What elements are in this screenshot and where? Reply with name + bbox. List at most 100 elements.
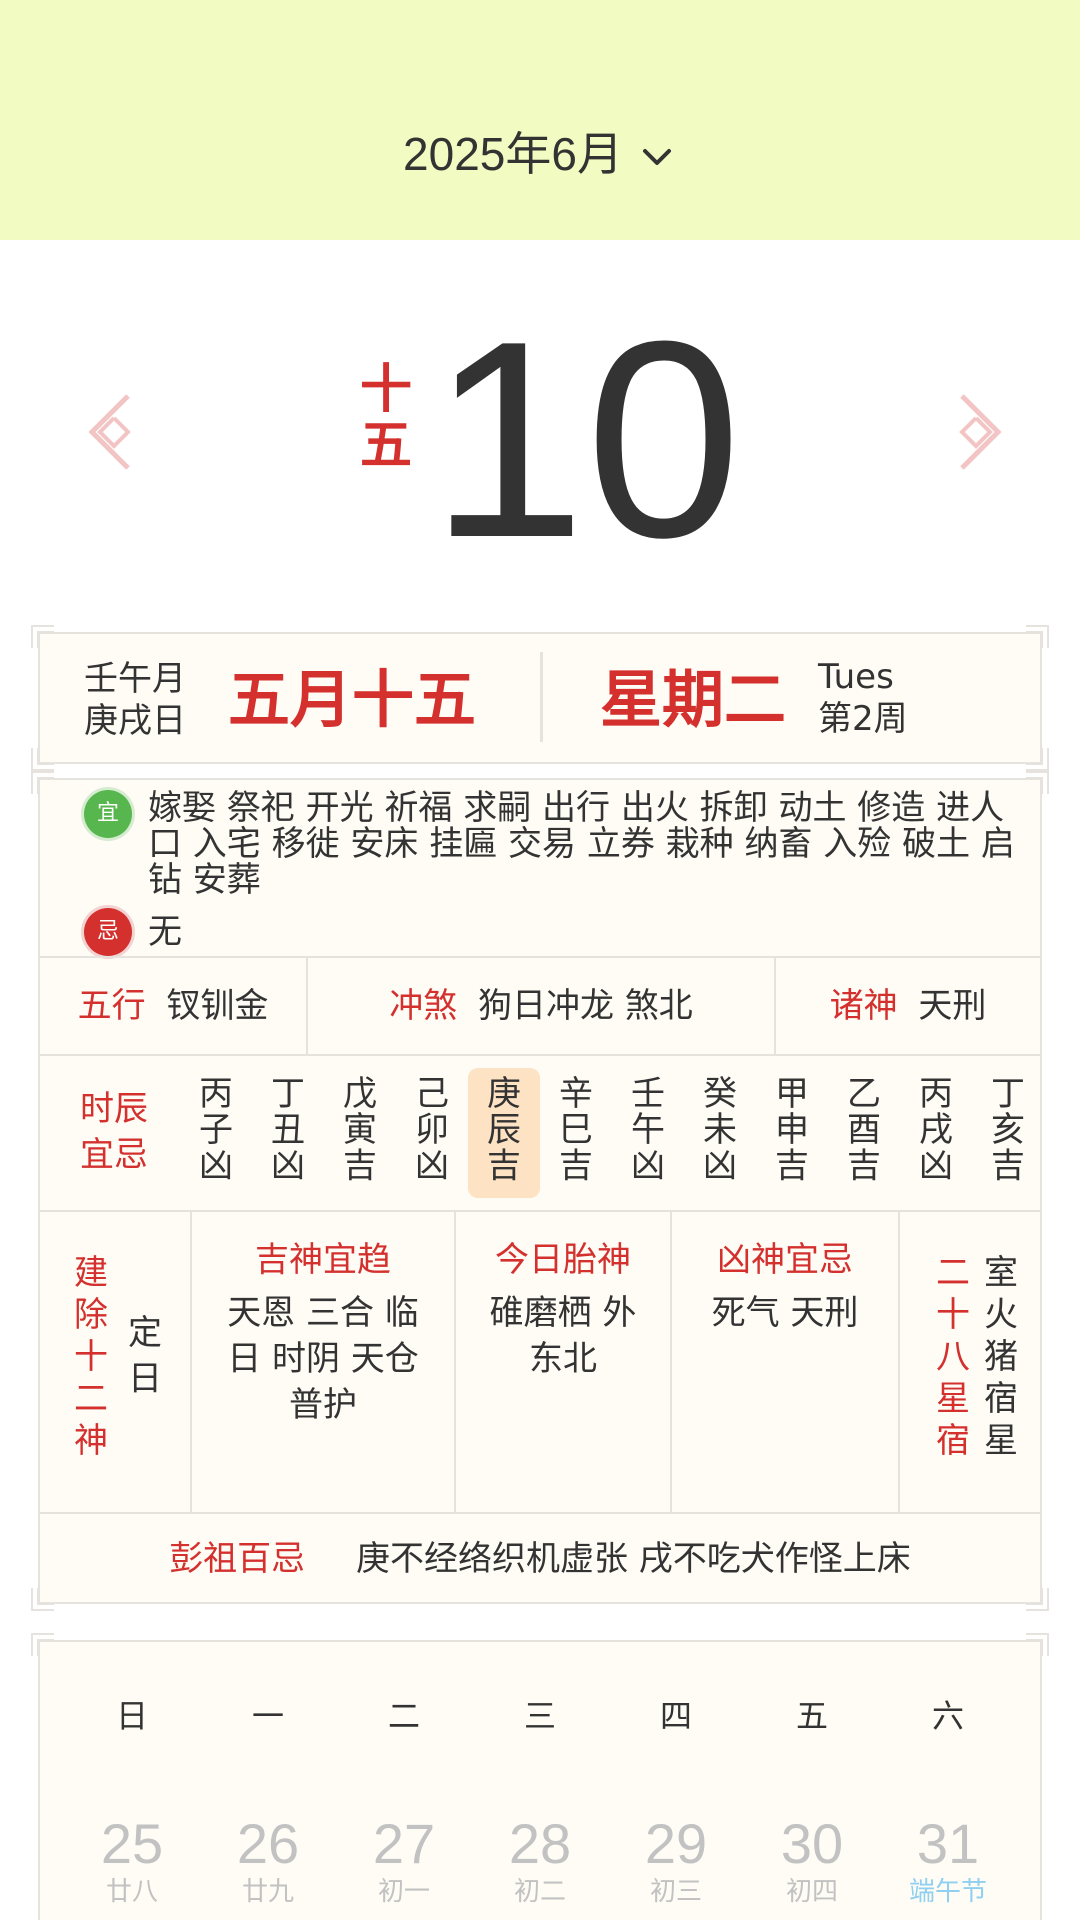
shichen-hour-branch: 卯 — [415, 1110, 449, 1150]
taishen-body: 碓磨栖 外 东北 — [456, 1290, 670, 1382]
shichen-hour[interactable]: 甲申吉 — [756, 1068, 828, 1198]
xiu-label-char: 星 — [936, 1379, 970, 1419]
calendar-day-cell[interactable]: 31 端午节 — [880, 1812, 1016, 1908]
weekday-header: 四 — [659, 1697, 692, 1735]
wuxing-label: 五行 — [77, 986, 146, 1026]
shichen-hour[interactable]: 丙子凶 — [180, 1068, 252, 1198]
shichen-hour-branch: 巳 — [559, 1110, 593, 1150]
xiongshen-title: 凶神宜忌 — [717, 1240, 853, 1280]
jianchu-label-char: 十 — [74, 1337, 108, 1377]
shichen-hour-branch: 丑 — [271, 1110, 305, 1150]
calendar-day-lunar: 端午节 — [908, 1877, 987, 1907]
xiongshen-line: 死气 天刑 — [711, 1293, 859, 1333]
big-day-number: 10 — [430, 284, 742, 596]
calendar-day-lunar: 廿八 — [105, 1877, 158, 1907]
shichen-hour-stem: 己 — [415, 1074, 449, 1114]
shichen-hour-stem: 乙 — [847, 1074, 881, 1114]
jianchu-label-char: 二 — [74, 1379, 108, 1419]
shichen-hour-stem: 甲 — [775, 1074, 809, 1114]
shichen-hour-stem: 丙 — [919, 1074, 953, 1114]
taishen-line: 东北 — [529, 1339, 597, 1379]
shichen-hour-branch: 寅 — [343, 1110, 377, 1150]
week-number: 第2周 — [818, 699, 908, 739]
shichen-hour-branch: 辰 — [487, 1110, 521, 1150]
shichen-hour-luck: 凶 — [631, 1146, 665, 1186]
calendar-day-number: 25 — [100, 1812, 164, 1875]
shichen-hour-luck: 吉 — [559, 1146, 593, 1186]
shichen-hour-luck: 吉 — [991, 1146, 1025, 1186]
xiu-value: 室 火 猪 宿 星 — [978, 1252, 1024, 1462]
calendar-day-cell[interactable]: 27 初一 — [336, 1812, 472, 1908]
calendar-day-number: 27 — [372, 1812, 436, 1875]
xiu-value-char: 宿 — [984, 1379, 1018, 1419]
zhushen-label: 诸神 — [829, 986, 898, 1026]
shichen-hour-luck: 凶 — [415, 1146, 449, 1186]
shichen-hour-stem: 癸 — [703, 1074, 737, 1114]
shichen-hour[interactable]: 丙戌凶 — [900, 1068, 972, 1198]
prev-day-arrow-icon[interactable] — [80, 390, 150, 480]
xiu-label-char: 二 — [936, 1253, 970, 1293]
weekday: 星期二 — [600, 663, 787, 736]
calendar-day-lunar: 廿九 — [241, 1877, 294, 1907]
month-selector[interactable]: 2025年6月 — [0, 118, 1080, 184]
calendar-day-cell[interactable]: 30 初四 — [744, 1812, 880, 1908]
almanac-panel: 宜 嫁娶 祭祀 开光 祈福 求嗣 出行 出火 拆卸 动土 修造 进人口 入宅 移… — [31, 771, 1049, 1611]
corner-ornament-icon — [30, 746, 56, 772]
shichen-hour[interactable]: 癸未凶 — [684, 1068, 756, 1198]
calendar-day-number: 30 — [780, 1812, 844, 1875]
shichen-hour[interactable]: 丁丑凶 — [252, 1068, 324, 1198]
jishen-title: 吉神宜趋 — [255, 1240, 391, 1280]
xiu-label-char: 十 — [936, 1295, 970, 1335]
ganzhi-text: 壬午月 庚戌日 — [84, 658, 186, 742]
shichen-hour[interactable]: 己卯凶 — [396, 1068, 468, 1198]
shichen-hour[interactable]: 戊寅吉 — [324, 1068, 396, 1198]
taishen-title: 今日胎神 — [495, 1240, 631, 1280]
weekday-header-row: 日一二三四五六 — [40, 1686, 1040, 1746]
calendar-day-number: 29 — [644, 1812, 708, 1875]
month-ganzhi: 壬午月 — [84, 659, 186, 699]
shichen-hour-luck: 吉 — [847, 1146, 881, 1186]
shichen-hour-luck: 凶 — [199, 1146, 233, 1186]
xiu-value-char: 室 — [984, 1253, 1018, 1293]
calendar-day-cell[interactable]: 26 廿九 — [200, 1812, 336, 1908]
shichen-hour-luck: 凶 — [919, 1146, 953, 1186]
xiu-label-char: 八 — [936, 1337, 970, 1377]
calendar-day-lunar: 初一 — [377, 1877, 430, 1907]
xiu-value-char: 猪 — [984, 1337, 1018, 1377]
shichen-hour-stem: 庚 — [487, 1074, 521, 1114]
lunar-day-vertical: 十 五 — [358, 362, 414, 474]
jianchu-label-char: 神 — [74, 1421, 108, 1461]
pengzu-label: 彭祖百忌 — [169, 1539, 306, 1579]
lunar-day-char: 十 — [359, 360, 412, 420]
zhushen-value: 天刑 — [918, 986, 987, 1026]
shichen-hour-luck: 吉 — [775, 1146, 809, 1186]
shichen-hour[interactable]: 辛巳吉 — [540, 1068, 612, 1198]
lunar-date: 五月十五 — [228, 663, 477, 736]
jianchu-label: 建 除 十 二 神 — [68, 1252, 114, 1462]
shichen-hour[interactable]: 乙酉吉 — [828, 1068, 900, 1198]
xiu-label-char: 宿 — [936, 1421, 970, 1461]
calendar-day-lunar: 初二 — [513, 1877, 566, 1907]
shichen-hour[interactable]: 庚辰吉 — [468, 1068, 540, 1198]
calendar-day-cell[interactable]: 25 廿八 — [64, 1812, 200, 1908]
shichen-hour-branch: 未 — [703, 1110, 737, 1150]
divider — [540, 652, 543, 742]
shichen-hour-branch: 午 — [631, 1110, 665, 1150]
shichen-hour[interactable]: 壬午凶 — [612, 1068, 684, 1198]
ji-text: 无 — [148, 912, 182, 952]
calendar-day-cell[interactable]: 29 初三 — [608, 1812, 744, 1908]
shichen-hour[interactable]: 丁亥吉 — [972, 1068, 1044, 1198]
xiu-value-char: 星 — [984, 1421, 1018, 1461]
jishen-line: 普护 — [289, 1385, 357, 1425]
shichen-hour-luck: 凶 — [271, 1146, 305, 1186]
xiongshen-body: 死气 天刑 — [672, 1290, 898, 1336]
corner-ornament-icon — [1024, 624, 1050, 650]
taishen-line: 碓磨栖 外 — [489, 1293, 637, 1333]
xiu-value-char: 火 — [984, 1295, 1018, 1335]
calendar-day-cell[interactable]: 28 初二 — [472, 1812, 608, 1908]
next-day-arrow-icon[interactable] — [940, 390, 1010, 480]
shichen-hour-stem: 丁 — [271, 1074, 305, 1114]
lunar-day-char: 五 — [359, 416, 412, 476]
shichen-hour-luck: 凶 — [703, 1146, 737, 1186]
chongsha-label: 冲煞 — [389, 986, 458, 1026]
